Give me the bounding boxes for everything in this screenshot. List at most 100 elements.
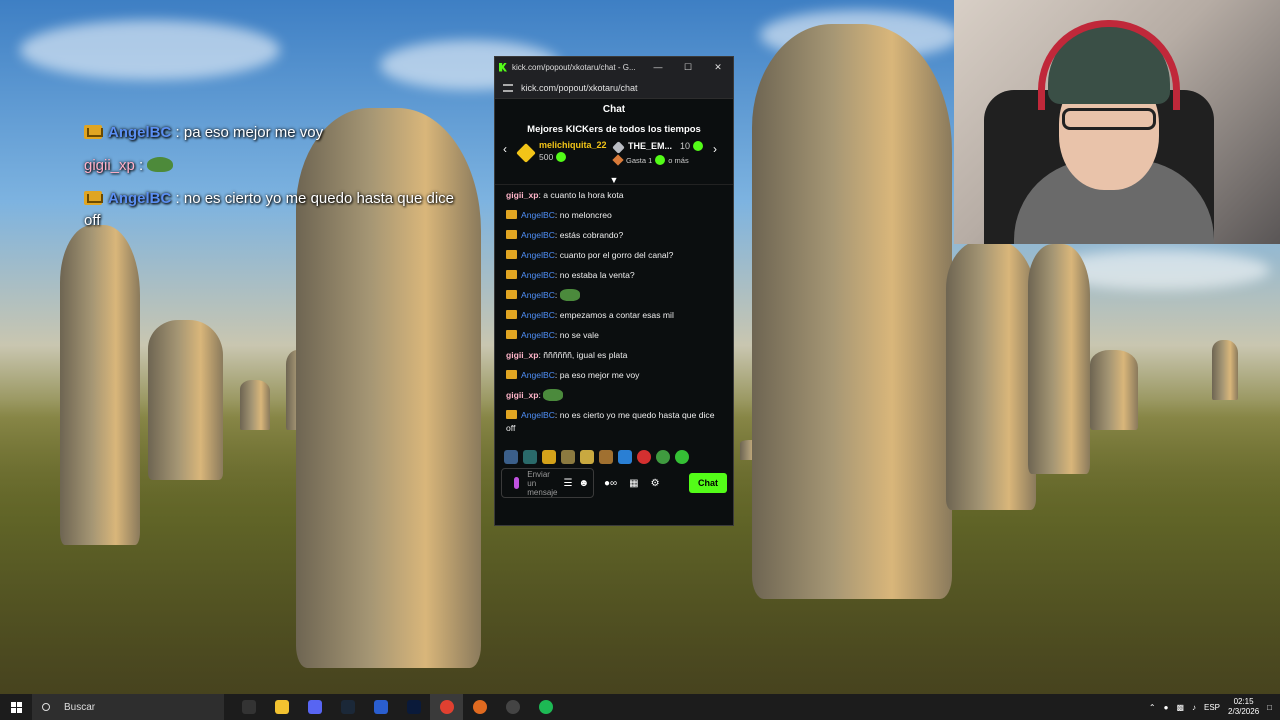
leader-name: THE_EM... — [628, 141, 673, 151]
chat-username[interactable]: AngelBC — [521, 370, 555, 380]
bronze-rank-icon — [612, 154, 624, 166]
emote-icon[interactable] — [580, 450, 594, 464]
taskbar-apps — [232, 694, 562, 720]
taskbar-app-button[interactable] — [331, 694, 364, 720]
taskbar-app-button[interactable] — [463, 694, 496, 720]
overlay-text: : pa eso mejor me voy — [171, 124, 324, 141]
translate-icon[interactable]: ☰ — [564, 478, 573, 489]
chat-message: AngelBC: estás cobrando? — [506, 229, 723, 242]
chat-text: : pa eso mejor me voy — [554, 370, 640, 380]
discord-icon — [307, 700, 322, 714]
chat-username[interactable]: gigii_xp — [506, 350, 538, 360]
microphone-icon[interactable] — [514, 477, 520, 489]
overlay-username: gigii_xp — [84, 157, 135, 174]
taskbar-search[interactable]: Buscar — [32, 694, 224, 720]
taskbar-app-button[interactable] — [232, 694, 265, 720]
chat-text: : no estaba la venta? — [554, 270, 635, 280]
minimize-button[interactable]: — — [643, 57, 673, 77]
window-titlebar[interactable]: kick.com/popout/xkotaru/chat - G... — ☐ … — [495, 57, 733, 77]
taskbar-app-button[interactable] — [364, 694, 397, 720]
taskbar-app-button[interactable] — [265, 694, 298, 720]
emote-icon[interactable] — [637, 450, 651, 464]
windows-icon — [10, 701, 22, 713]
leader-name: melichiquita_22 — [539, 140, 607, 150]
address-bar[interactable]: kick.com/popout/xkotaru/chat — [495, 77, 733, 99]
taskbar-app-button[interactable] — [430, 694, 463, 720]
chat-message: AngelBC: — [506, 289, 723, 302]
crown-badge-icon — [506, 310, 517, 319]
leaderboard-entry[interactable]: THE_EM... 10 Gasta 1 o más — [612, 140, 713, 166]
chat-username[interactable]: gigii_xp — [506, 190, 538, 200]
site-settings-icon[interactable] — [503, 83, 513, 92]
leader-sub2: o más — [668, 155, 689, 165]
overlay-text: : — [134, 157, 148, 174]
message-input[interactable]: Enviar un mensaje ☰ ☻ — [501, 468, 594, 498]
taskbar-app-button[interactable] — [496, 694, 529, 720]
leaderboard-entry[interactable]: melichiquita_22 500 — [515, 140, 614, 163]
standing-stone — [240, 380, 270, 430]
taskbar-app-button[interactable] — [529, 694, 562, 720]
chevron-right-icon[interactable]: › — [713, 142, 725, 156]
chat-input-row: Enviar un mensaje ☰ ☻ ●∞ ▦ ⚙ Chat — [495, 468, 733, 498]
emote-icon[interactable] — [618, 450, 632, 464]
chat-username[interactable]: AngelBC — [521, 330, 555, 340]
chevron-up-icon[interactable]: ⌃ — [1149, 703, 1156, 712]
emote-icon[interactable] — [523, 450, 537, 464]
chat-message: AngelBC: cuanto por el gorro del canal? — [506, 249, 723, 262]
standing-stone — [752, 24, 952, 599]
gear-icon[interactable]: ⚙ — [651, 478, 660, 489]
chat-username[interactable]: AngelBC — [521, 410, 555, 420]
chat-username[interactable]: AngelBC — [521, 230, 555, 240]
emote-icon[interactable] — [504, 450, 518, 464]
taskbar-app-button[interactable] — [397, 694, 430, 720]
window-title: kick.com/popout/xkotaru/chat - G... — [512, 62, 636, 72]
microphone-icon[interactable]: ● — [1164, 703, 1169, 712]
start-button[interactable] — [0, 694, 32, 720]
taskbar: Buscar ⌃ ● ▩ ♪ ESP 02:15 2/3/2026 □ — [0, 694, 1280, 720]
emote-icon[interactable] — [599, 450, 613, 464]
crown-badge-icon — [84, 191, 103, 205]
store-icon[interactable]: ▦ — [629, 478, 638, 489]
crown-badge-icon — [506, 290, 517, 299]
emote-icon[interactable] — [675, 450, 689, 464]
standing-stone — [1090, 350, 1138, 430]
chat-header: Chat — [602, 104, 626, 115]
address-text[interactable]: kick.com/popout/xkotaru/chat — [521, 83, 638, 93]
clock-time: 02:15 — [1233, 697, 1254, 706]
frog-emote-icon — [147, 157, 174, 172]
emoji-icon[interactable]: ☻ — [578, 478, 589, 489]
notifications-icon[interactable]: □ — [1267, 703, 1272, 712]
chat-message: gigii_xp: a cuanto la hora kota — [506, 189, 723, 202]
crown-badge-icon — [506, 410, 517, 419]
chat-username[interactable]: AngelBC — [521, 210, 555, 220]
chat-username[interactable]: AngelBC — [521, 270, 555, 280]
emote-icon[interactable] — [561, 450, 575, 464]
overlay-username: AngelBC — [108, 190, 172, 207]
chrome-icon — [439, 700, 454, 714]
language-indicator[interactable]: ESP — [1204, 703, 1220, 712]
chat-messages[interactable]: gigii_xp: a cuanto la hora kota AngelBC: … — [495, 184, 733, 446]
volume-icon[interactable]: ♪ — [1192, 703, 1196, 712]
leader-sub: Gasta 1 — [626, 155, 653, 165]
taskbar-app-button[interactable] — [298, 694, 331, 720]
glasses — [1062, 108, 1156, 130]
chat-username[interactable]: AngelBC — [521, 310, 555, 320]
send-chat-button[interactable]: Chat — [689, 473, 727, 493]
close-button[interactable]: ✕ — [703, 57, 733, 77]
search-icon — [42, 703, 50, 711]
collapse-leaderboard-icon[interactable]: ▼ — [495, 176, 733, 185]
vs-icon — [373, 700, 388, 714]
chat-username[interactable]: AngelBC — [521, 250, 555, 260]
chat-username[interactable]: AngelBC — [521, 290, 555, 300]
kick-points-icon[interactable]: ●∞ — [604, 478, 617, 489]
clock[interactable]: 02:15 2/3/2026 — [1228, 697, 1259, 717]
chat-message: gigii_xp: ññññññ, igual es plata — [506, 349, 723, 362]
chat-username[interactable]: gigii_xp — [506, 390, 538, 400]
emote-icon[interactable] — [656, 450, 670, 464]
maximize-button[interactable]: ☐ — [673, 57, 703, 77]
chevron-left-icon[interactable]: ‹ — [503, 142, 515, 156]
overlay-username: AngelBC — [108, 124, 172, 141]
emote-icon[interactable] — [542, 450, 556, 464]
gold-rank-icon — [516, 143, 536, 163]
network-icon[interactable]: ▩ — [1176, 703, 1184, 712]
